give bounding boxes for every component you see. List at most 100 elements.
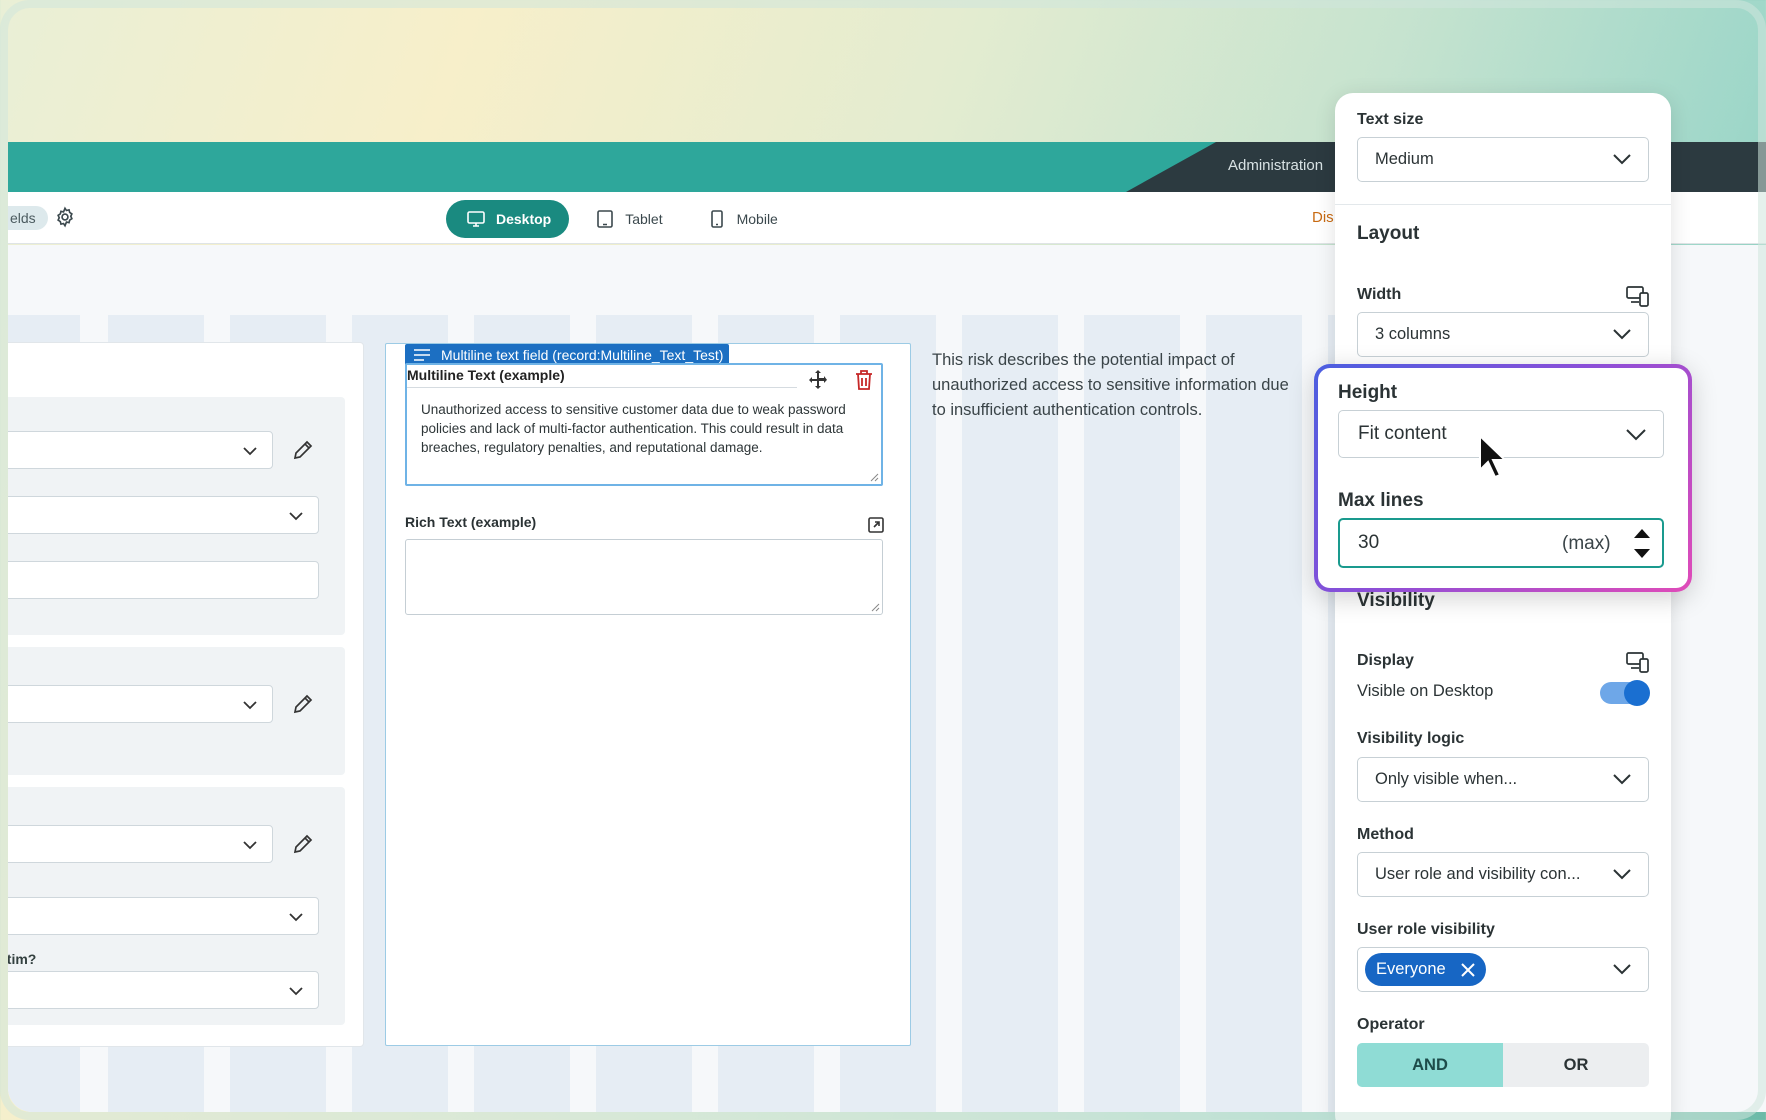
- method-label: Method: [1357, 826, 1414, 843]
- select-field[interactable]: [8, 496, 319, 534]
- max-lines-label: Max lines: [1338, 490, 1424, 511]
- field-group: [8, 647, 345, 775]
- visibility-heading: Visibility: [1357, 590, 1435, 611]
- chevron-down-icon: [1613, 869, 1631, 880]
- height-label: Height: [1338, 382, 1398, 403]
- text-lines-icon: [414, 349, 430, 361]
- width-value: 3 columns: [1375, 325, 1451, 343]
- toggle-knob: [1624, 680, 1650, 706]
- grid-column: [962, 315, 1058, 1112]
- chevron-down-icon: [1613, 329, 1631, 340]
- operator-or-button[interactable]: OR: [1503, 1043, 1649, 1087]
- height-settings-highlight: Height Fit content Max lines 30 (max): [1314, 364, 1692, 592]
- administration-link[interactable]: Administration: [1228, 157, 1323, 174]
- text-size-select[interactable]: Medium: [1357, 137, 1649, 182]
- risk-description-text: This risk describes the potential impact…: [932, 351, 1289, 419]
- responsive-devices-icon[interactable]: [1625, 649, 1651, 675]
- decrement-icon[interactable]: [1632, 547, 1652, 561]
- left-form-column: ctim?: [8, 342, 364, 1047]
- chevron-down-icon: [289, 913, 303, 922]
- height-value: Fit content: [1358, 423, 1447, 444]
- rich-text-input[interactable]: [405, 539, 883, 615]
- discard-link[interactable]: Dis: [1312, 209, 1334, 226]
- visible-on-desktop-toggle[interactable]: [1600, 680, 1650, 706]
- divider: [407, 387, 797, 388]
- visibility-logic-label: Visibility logic: [1357, 730, 1465, 747]
- multiline-text-label: Multiline Text (example): [407, 367, 565, 383]
- visibility-logic-select[interactable]: Only visible when...: [1357, 757, 1649, 802]
- chevron-down-icon: [243, 841, 257, 850]
- layout-heading: Layout: [1357, 223, 1420, 244]
- user-role-select[interactable]: Everyone: [1357, 947, 1649, 992]
- pencil-icon[interactable]: [291, 438, 315, 462]
- height-settings-card: Height Fit content Max lines 30 (max): [1318, 368, 1688, 588]
- field-group: ctim?: [8, 787, 345, 1025]
- method-value: User role and visibility con...: [1375, 865, 1581, 883]
- select-field[interactable]: [8, 897, 319, 935]
- chevron-down-icon: [1626, 429, 1646, 441]
- grid-column: [1206, 315, 1302, 1112]
- operator-and-button[interactable]: AND: [1357, 1043, 1503, 1087]
- tab-mobile[interactable]: Mobile: [687, 200, 796, 238]
- expand-icon[interactable]: [867, 516, 885, 534]
- select-field[interactable]: [8, 431, 273, 469]
- desktop-icon: [467, 211, 485, 227]
- multiline-text-field[interactable]: Multiline Text (example) Unauthorized ac…: [405, 363, 883, 486]
- victim-question-label: ctim?: [8, 951, 37, 967]
- rich-text-label: Rich Text (example): [405, 514, 537, 530]
- method-select[interactable]: User role and visibility con...: [1357, 852, 1649, 897]
- text-size-value: Medium: [1375, 150, 1434, 168]
- display-label: Display: [1357, 652, 1414, 669]
- resize-handle-icon[interactable]: [869, 472, 879, 482]
- max-lines-value: 30: [1358, 532, 1380, 553]
- resize-handle-icon[interactable]: [870, 602, 880, 612]
- field-group: [8, 397, 345, 635]
- tab-tablet-label: Tablet: [625, 211, 663, 227]
- tab-mobile-label: Mobile: [736, 211, 778, 227]
- responsive-devices-icon[interactable]: [1625, 283, 1651, 309]
- device-tabs: Desktop Tablet Mobile: [446, 200, 796, 238]
- increment-icon[interactable]: [1632, 526, 1652, 540]
- chevron-down-icon: [289, 512, 303, 521]
- fields-chip[interactable]: elds: [8, 206, 48, 230]
- multiline-text-value[interactable]: Unauthorized access to sensitive custome…: [421, 400, 861, 457]
- close-icon[interactable]: [1460, 962, 1476, 978]
- tab-tablet[interactable]: Tablet: [575, 200, 680, 238]
- mobile-icon: [710, 210, 723, 228]
- grid-column: [1084, 315, 1180, 1112]
- width-label: Width: [1357, 286, 1402, 303]
- tab-desktop-label: Desktop: [496, 211, 552, 227]
- chevron-down-icon: [1613, 154, 1631, 165]
- text-input[interactable]: [8, 561, 319, 599]
- chevron-down-icon: [1613, 964, 1631, 975]
- visible-on-desktop-label: Visible on Desktop: [1357, 682, 1494, 700]
- move-icon[interactable]: [807, 369, 829, 391]
- everyone-chip-label: Everyone: [1376, 960, 1446, 978]
- tablet-icon: [597, 210, 614, 228]
- select-field[interactable]: [8, 685, 273, 723]
- properties-panel: Text size Medium Layout Width 3 columns …: [1335, 93, 1671, 1120]
- operator-label: Operator: [1357, 1016, 1425, 1033]
- chevron-down-icon: [289, 987, 303, 996]
- gear-icon[interactable]: [54, 206, 76, 228]
- everyone-chip[interactable]: Everyone: [1365, 953, 1486, 986]
- chevron-down-icon: [243, 701, 257, 710]
- max-lines-suffix: (max): [1562, 533, 1611, 554]
- chevron-down-icon: [243, 447, 257, 456]
- pencil-icon[interactable]: [291, 832, 315, 856]
- chevron-down-icon: [1613, 774, 1631, 785]
- select-field[interactable]: [8, 971, 319, 1009]
- max-lines-input[interactable]: 30 (max): [1338, 518, 1664, 568]
- user-role-visibility-label: User role visibility: [1357, 921, 1495, 938]
- divider: [1335, 204, 1671, 205]
- visibility-logic-value: Only visible when...: [1375, 770, 1518, 788]
- pencil-icon[interactable]: [291, 692, 315, 716]
- selected-field-column: Multiline text field (record:Multiline_T…: [385, 343, 911, 1046]
- operator-toggle: AND OR: [1357, 1043, 1649, 1087]
- select-field[interactable]: [8, 825, 273, 863]
- mouse-cursor-icon: [1479, 434, 1508, 479]
- trash-icon[interactable]: [854, 369, 874, 391]
- text-size-label: Text size: [1357, 111, 1424, 128]
- tab-desktop[interactable]: Desktop: [446, 200, 570, 238]
- width-select[interactable]: 3 columns: [1357, 312, 1649, 357]
